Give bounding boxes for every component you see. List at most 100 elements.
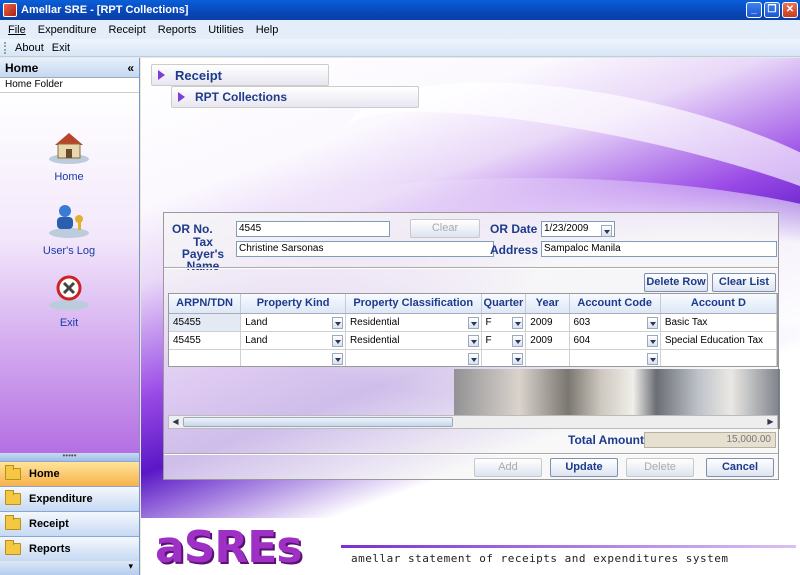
chevron-down-icon[interactable] xyxy=(646,334,658,347)
col-property-classification[interactable]: Property Classification xyxy=(345,294,482,314)
shortcut-home[interactable]: Home xyxy=(0,125,138,183)
menu-expenditure[interactable]: Expenditure xyxy=(38,24,97,36)
close-button[interactable]: ✕ xyxy=(782,2,798,18)
total-amount-label: Total Amount xyxy=(568,433,644,447)
nav-expenditure[interactable]: Expenditure xyxy=(0,486,139,511)
collapse-sidebar-icon[interactable]: « xyxy=(127,61,134,75)
clear-button[interactable]: Clear xyxy=(410,219,480,238)
cell-account-code[interactable]: 603 xyxy=(569,313,661,332)
col-year[interactable]: Year xyxy=(525,294,570,314)
toolbar-grip[interactable] xyxy=(4,41,7,54)
address-label: Address xyxy=(490,243,539,257)
cell-arpn[interactable] xyxy=(169,349,242,366)
cell-quarter[interactable] xyxy=(481,349,527,366)
sidebar-splitter[interactable]: ••••• xyxy=(0,452,139,461)
delete-button[interactable]: Delete xyxy=(626,458,694,477)
chevron-down-icon[interactable] xyxy=(512,316,524,329)
chevron-down-icon[interactable] xyxy=(601,225,612,237)
chevron-down-icon[interactable] xyxy=(467,334,479,347)
sidebar-shortcut-panel: Home User's Log Exit xyxy=(0,93,139,453)
cell-account-code[interactable]: 604 xyxy=(569,331,661,350)
breadcrumb-receipt[interactable]: Receipt xyxy=(151,64,329,86)
col-arpn-tdn[interactable]: ARPN/TDN xyxy=(169,294,242,314)
chevron-down-icon[interactable] xyxy=(331,316,343,329)
scrollbar-thumb[interactable] xyxy=(183,417,453,427)
menu-reports[interactable]: Reports xyxy=(158,24,197,36)
cell-arpn[interactable]: 45455 xyxy=(169,313,242,332)
nav-overflow-chevron-icon[interactable]: ▾ xyxy=(0,561,139,575)
button-divider xyxy=(164,453,778,455)
sidebar-title: Home xyxy=(5,60,39,75)
cell-account-description[interactable]: Basic Tax xyxy=(660,313,777,332)
table-row[interactable]: 45455 Land Residential F 2009 604 Specia… xyxy=(169,331,777,350)
table-row[interactable] xyxy=(169,349,777,366)
menu-help[interactable]: Help xyxy=(256,24,279,36)
receipt-form: OR No. 4545 Clear OR Date 1/23/2009 Tax … xyxy=(163,212,780,480)
cell-value: F xyxy=(485,334,492,346)
cell-year[interactable]: 2009 xyxy=(525,313,570,332)
chevron-down-icon[interactable] xyxy=(467,352,479,365)
cell-account-description[interactable] xyxy=(660,349,777,366)
col-account-description[interactable]: Account D xyxy=(660,294,777,314)
cell-property-classification[interactable] xyxy=(345,349,482,366)
cell-property-classification[interactable]: Residential xyxy=(345,331,482,350)
cell-account-code[interactable] xyxy=(569,349,661,366)
cell-year[interactable]: 2009 xyxy=(525,331,570,350)
cancel-button[interactable]: Cancel xyxy=(706,458,774,477)
add-button[interactable]: Add xyxy=(474,458,542,477)
chevron-down-icon[interactable] xyxy=(646,316,658,329)
col-account-code[interactable]: Account Code xyxy=(569,294,661,314)
folder-icon xyxy=(5,465,21,480)
menu-utilities[interactable]: Utilities xyxy=(208,24,243,36)
col-quarter[interactable]: Quarter xyxy=(481,294,527,314)
cell-quarter[interactable]: F xyxy=(481,331,527,350)
chevron-down-icon[interactable] xyxy=(512,334,524,347)
about-button[interactable]: About xyxy=(15,42,44,54)
breadcrumb-rpt-collections[interactable]: RPT Collections xyxy=(171,86,419,108)
clear-list-button[interactable]: Clear List xyxy=(712,273,776,292)
nav-expenditure-label: Expenditure xyxy=(29,493,93,505)
cell-account-description[interactable]: Special Education Tax xyxy=(660,331,777,350)
address-input[interactable]: Sampaloc Manila xyxy=(541,241,777,257)
exit-menu-button[interactable]: Exit xyxy=(52,42,70,54)
chevron-down-icon[interactable] xyxy=(331,334,343,347)
cell-arpn[interactable]: 45455 xyxy=(169,331,242,350)
chevron-down-icon[interactable] xyxy=(646,352,658,365)
col-property-kind[interactable]: Property Kind xyxy=(240,294,346,314)
chevron-down-icon[interactable] xyxy=(512,352,524,365)
cell-property-classification[interactable]: Residential xyxy=(345,313,482,332)
folder-icon xyxy=(5,490,21,505)
or-no-input[interactable]: 4545 xyxy=(236,221,390,237)
menu-file[interactable]: File xyxy=(8,24,26,36)
nav-reports[interactable]: Reports xyxy=(0,536,139,561)
cell-year[interactable] xyxy=(525,349,570,366)
cell-value: Residential xyxy=(349,316,400,328)
cell-quarter[interactable]: F xyxy=(481,313,527,332)
taxpayer-name-input[interactable]: Christine Sarsonas xyxy=(236,241,494,257)
nav-receipt[interactable]: Receipt xyxy=(0,511,139,536)
scroll-left-icon[interactable]: ◀ xyxy=(169,416,182,428)
grid-horizontal-scrollbar[interactable]: ◀ ▶ xyxy=(168,415,778,429)
cell-property-kind[interactable]: Land xyxy=(240,313,346,332)
branding-footer: aSREs amellar statement of receipts and … xyxy=(141,518,800,575)
shortcut-exit[interactable]: Exit xyxy=(0,271,138,329)
cell-property-kind[interactable] xyxy=(240,349,346,366)
cell-property-kind[interactable]: Land xyxy=(240,331,346,350)
menu-receipt[interactable]: Receipt xyxy=(108,24,145,36)
table-row[interactable]: 45455 Land Residential F 2009 603 Basic … xyxy=(169,313,777,332)
delete-row-button[interactable]: Delete Row xyxy=(644,273,708,292)
triangle-right-icon xyxy=(158,70,165,80)
or-no-label: OR No. xyxy=(172,222,213,236)
restore-button[interactable]: ❐ xyxy=(764,2,780,18)
minimize-button[interactable]: _ xyxy=(746,2,762,18)
chevron-down-icon[interactable] xyxy=(331,352,343,365)
or-date-picker[interactable]: 1/23/2009 xyxy=(541,221,615,237)
tagline: amellar statement of receipts and expend… xyxy=(351,552,729,565)
chevron-down-icon[interactable] xyxy=(467,316,479,329)
shortcut-users-log[interactable]: User's Log xyxy=(0,199,138,257)
main-content: Receipt RPT Collections OR No. 4545 Clea… xyxy=(141,58,800,575)
nav-home[interactable]: Home xyxy=(0,461,139,486)
update-button[interactable]: Update xyxy=(550,458,618,477)
total-amount-field: 15,000.00 xyxy=(644,432,776,448)
scroll-right-icon[interactable]: ▶ xyxy=(764,416,777,428)
